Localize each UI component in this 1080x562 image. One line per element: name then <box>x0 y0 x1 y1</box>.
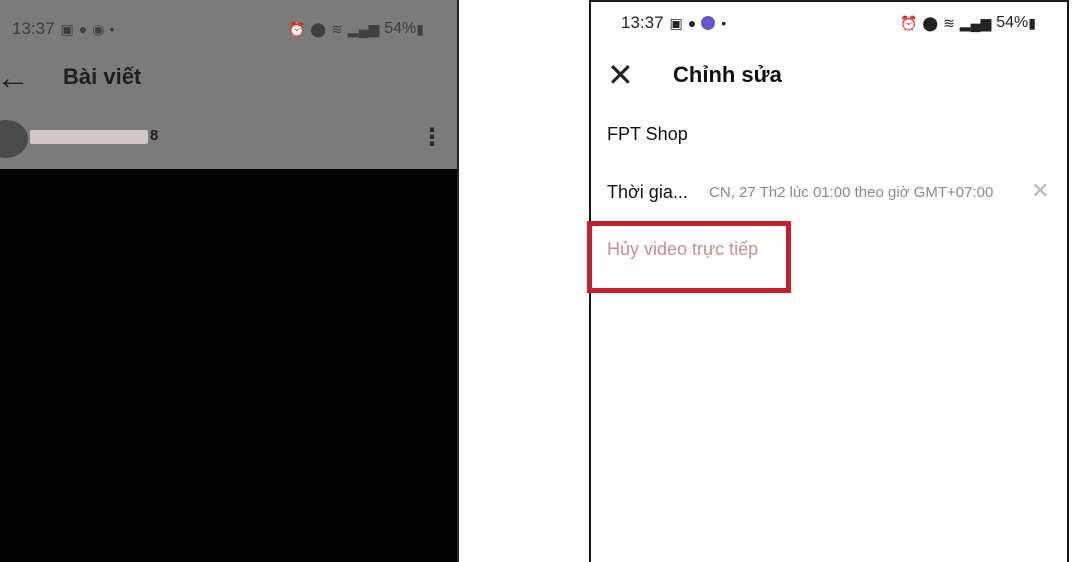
wifi-icon: ≋ <box>331 20 343 37</box>
gallery-icon: ▣ <box>60 20 74 37</box>
alarm-icon: ⏰ <box>899 14 918 31</box>
more-vertical-icon[interactable]: ⋮ <box>420 126 444 150</box>
blurred-author-name <box>30 130 148 144</box>
highlight-annotation <box>587 221 791 293</box>
wifi-icon: ≋ <box>943 14 955 31</box>
signal-icon: ▂▄▆ <box>959 14 992 31</box>
location-icon: ⬤ <box>310 20 327 37</box>
dot-icon: • <box>721 15 727 31</box>
battery-icon: ▮ <box>416 20 424 37</box>
schedule-value[interactable]: CN, 27 Th2 lúc 01:00 theo giờ GMT+07:00 <box>709 184 993 201</box>
messenger-icon <box>701 16 716 30</box>
status-time: 13:37 <box>621 13 664 32</box>
page-title: Bài viết <box>63 64 142 89</box>
dot-icon: • <box>109 21 115 37</box>
signal-icon: ▂▄▆ <box>347 20 380 37</box>
facebook-icon: ● <box>78 21 88 37</box>
gallery-icon: ▣ <box>669 14 683 31</box>
messenger-icon: ◉ <box>92 20 105 37</box>
page-name: FPT Shop <box>607 124 688 144</box>
alarm-icon: ⏰ <box>287 20 306 37</box>
author-name-tail: 8 <box>150 127 159 144</box>
status-bar: 13:37 ▣ ● ◉ • ⏰ ⬤ ≋ ▂▄▆ 54% ▮ <box>12 18 429 40</box>
close-icon[interactable]: ✕ <box>607 58 634 92</box>
battery-percent: 54% <box>384 20 417 37</box>
left-phone-screen: 13:37 ▣ ● ◉ • ⏰ ⬤ ≋ ▂▄▆ 54% ▮ ← Bài viết… <box>0 0 459 562</box>
page-title: Chỉnh sửa <box>673 62 782 87</box>
status-time: 13:37 <box>12 19 55 38</box>
dimmed-header: 13:37 ▣ ● ◉ • ⏰ ⬤ ≋ ▂▄▆ 54% ▮ ← Bài viết… <box>0 0 457 169</box>
status-bar: 13:37 ▣ ● • ⏰ ⬤ ≋ ▂▄▆ 54% ▮ <box>621 12 1041 34</box>
battery-icon: ▮ <box>1028 14 1036 31</box>
facebook-icon: ● <box>687 15 697 31</box>
clear-icon[interactable]: ✕ <box>1031 178 1049 204</box>
avatar[interactable] <box>0 120 28 158</box>
battery-percent: 54% <box>996 14 1029 31</box>
location-icon: ⬤ <box>922 14 939 31</box>
back-arrow-icon[interactable]: ← <box>0 60 30 96</box>
schedule-label[interactable]: Thời gia... <box>607 182 688 203</box>
